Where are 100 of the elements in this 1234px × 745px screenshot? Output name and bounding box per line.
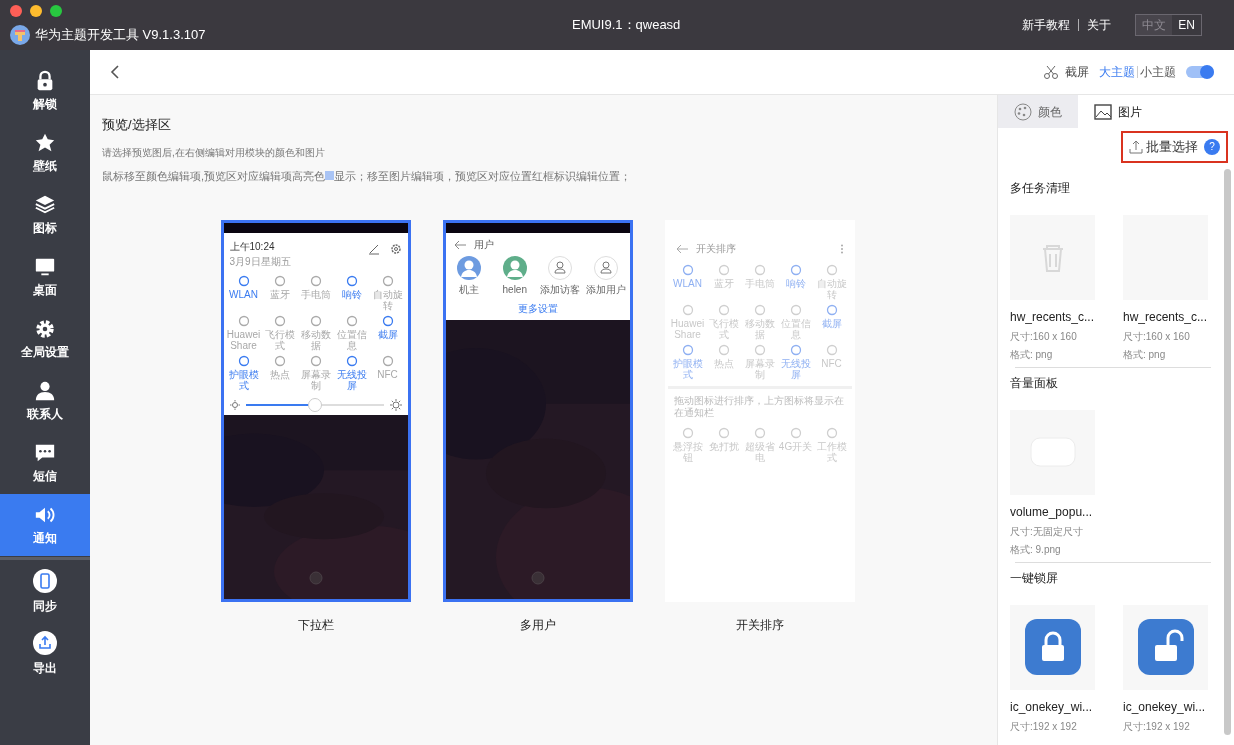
pencil-icon	[367, 243, 380, 255]
tile-label: 无线投屏	[335, 369, 368, 391]
file-size: 尺寸:160 x 160	[1123, 329, 1191, 344]
tile-label: 截屏	[820, 318, 843, 329]
sidebar-item[interactable]: 图标	[0, 184, 90, 246]
more-icon	[839, 243, 844, 254]
home-icon	[530, 571, 545, 585]
panel-tab[interactable]: 颜色	[998, 95, 1078, 128]
file-name: ic_onekey_wi...	[1123, 698, 1207, 716]
settings-icon	[389, 243, 402, 255]
menu-link[interactable]: 关于	[1087, 16, 1112, 34]
sidebar-item[interactable]: 桌面	[0, 246, 90, 308]
scrollbar[interactable]	[1224, 168, 1231, 735]
back-arrow-icon	[675, 243, 688, 254]
app-title: 华为主题开发工具 V9.1.3.107	[35, 26, 206, 45]
tile-label: NFC	[376, 369, 399, 380]
user-name: helen	[502, 283, 527, 297]
settings-icon	[34, 317, 56, 340]
tile-label: 屏幕录制	[299, 369, 332, 391]
brightness-icon	[229, 400, 240, 410]
sidebar-item[interactable]: 联系人	[0, 370, 90, 432]
file-name: ic_onekey_wi...	[1010, 698, 1094, 716]
file-size: 尺寸:无固定尺寸	[1010, 524, 1084, 539]
user-name: 添加访客	[540, 283, 581, 297]
lock-icon	[1022, 617, 1083, 677]
sidebar-item[interactable]: 壁纸	[0, 122, 90, 184]
file-size: 尺寸:192 x 192	[1123, 719, 1191, 734]
preview-card[interactable]: 上午10:24 3月9日星期五 WLAN 蓝牙 手电筒 响铃 自动旋转 Huawei Share 飞行模式 移动数据 位置信息 截屏 护眼模式 热点 屏幕录制 无线投屏 NFC	[220, 220, 411, 602]
sidebar-item[interactable]: 短信	[0, 432, 90, 494]
tile-label: 护眼模式	[227, 369, 260, 391]
section-title: 预览/选择区	[102, 116, 172, 134]
panel-title: 用户	[473, 238, 494, 252]
tile-label: 热点	[268, 369, 291, 380]
palette-icon	[1014, 102, 1032, 121]
time-text: 上午10:24	[229, 240, 276, 254]
date-text: 3月9日星期五	[229, 255, 292, 269]
thumbnail[interactable]	[1123, 604, 1208, 690]
slider-thumb[interactable]	[307, 398, 322, 412]
image-icon	[1094, 102, 1112, 121]
file-size: 尺寸:192 x 192	[1010, 719, 1078, 734]
file-name: hw_recents_c...	[1010, 308, 1095, 326]
sidebar-item[interactable]: 同步	[0, 561, 90, 623]
file-name: hw_recents_c...	[1123, 308, 1208, 326]
file-format: 格式: 9.png	[1010, 542, 1062, 557]
window-title: EMUI9.1：qweasd	[571, 16, 681, 35]
sidebar-item[interactable]: 通知	[0, 494, 90, 556]
tile-label: 自动旋转	[371, 289, 404, 311]
hint-text: 显示；移至图片编辑项，预览区对应位置红框标识编辑位置；	[334, 168, 632, 184]
app-logo-icon	[10, 25, 30, 45]
brightness-icon	[389, 399, 402, 411]
toggle-switch[interactable]	[1186, 66, 1214, 78]
preview-label: 下拉栏	[297, 617, 334, 634]
home-icon	[308, 571, 323, 585]
theme-mode-tab[interactable]: 大主题	[1099, 63, 1135, 81]
batch-select-button[interactable]: 批量选择	[1129, 137, 1198, 157]
upload-icon	[33, 631, 57, 655]
add-user-icon	[593, 256, 618, 280]
tile-label: WLAN	[672, 278, 703, 289]
close-button[interactable]	[10, 5, 22, 17]
hint-text: 鼠标移至颜色编辑项,预览区对应编辑项高亮色	[102, 168, 326, 184]
scissors-icon	[1043, 64, 1059, 80]
unlock-icon	[1135, 617, 1196, 677]
file-size: 尺寸:160 x 160	[1010, 329, 1078, 344]
back-icon[interactable]	[110, 65, 122, 79]
tile-label: 护眼模式	[671, 358, 704, 380]
tile-label: 无线投屏	[779, 358, 812, 380]
sidebar-item[interactable]: 解锁	[0, 60, 90, 122]
sidebar-item[interactable]: 导出	[0, 623, 90, 685]
sidebar-item[interactable]: 全局设置	[0, 308, 90, 370]
thumbnail[interactable]	[1010, 214, 1095, 300]
file-format: 格式: png	[1010, 347, 1054, 362]
thumbnail[interactable]	[1010, 604, 1095, 690]
phone-icon	[33, 569, 57, 593]
tile-label: 移动数据	[299, 329, 332, 351]
upload-icon	[1129, 139, 1143, 154]
preview-card[interactable]: 用户 机主 helen 添加访客 添加用户 更多设置	[442, 220, 633, 602]
user-name: 添加用户	[585, 283, 626, 297]
theme-mode-tab[interactable]: 小主题	[1140, 63, 1176, 81]
zoom-button[interactable]	[50, 5, 62, 17]
back-arrow-icon	[453, 239, 466, 250]
tile-label: 截屏	[376, 329, 399, 340]
tile-label: 手电筒	[299, 289, 332, 300]
minimize-button[interactable]	[30, 5, 42, 17]
panel-title: 开关排序	[695, 242, 737, 256]
screenshot-button[interactable]: 截屏	[1043, 63, 1089, 81]
file-format: 格式: png	[1123, 347, 1167, 362]
tile-label: 飞行模式	[263, 329, 296, 351]
tile-label: 响铃	[784, 278, 807, 289]
color-swatch	[325, 171, 335, 181]
tile-label: WLAN	[228, 289, 259, 300]
tile-label: 蓝牙	[268, 289, 291, 300]
tile-label: 响铃	[340, 289, 363, 300]
add-user-icon	[548, 256, 573, 280]
tile-label: Huawei Share	[226, 329, 261, 351]
person-icon	[34, 379, 56, 402]
menu-link[interactable]: 新手教程	[1022, 16, 1071, 34]
file-name: volume_popu...	[1010, 503, 1094, 521]
more-settings-link[interactable]: 更多设置	[517, 301, 558, 316]
section-title: 音量面板	[1010, 374, 1059, 392]
help-button[interactable]: ?	[1204, 138, 1220, 155]
